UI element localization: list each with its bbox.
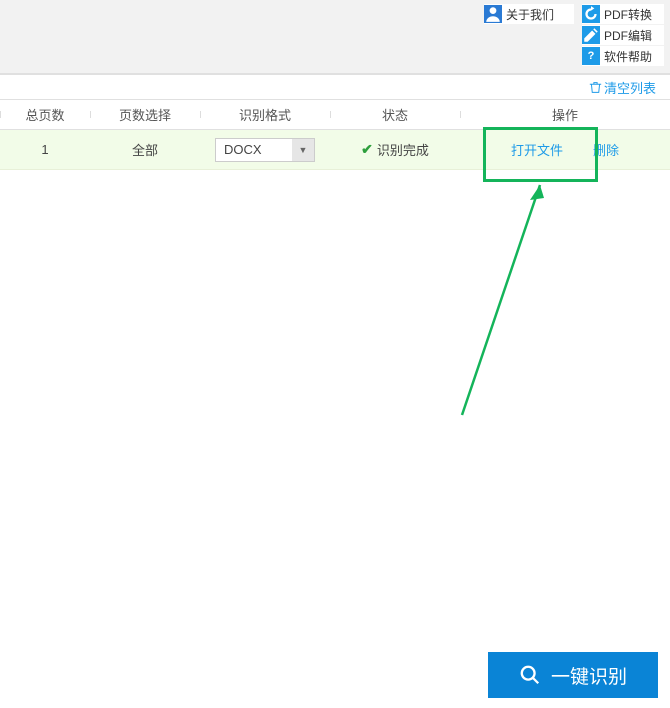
chevron-down-icon: ▼ (292, 139, 314, 161)
format-select[interactable]: DOCX ▼ (215, 138, 315, 162)
table-header: 总页数 页数选择 识别格式 状态 操作 (0, 100, 670, 130)
software-help-button[interactable]: ? 软件帮助 (582, 46, 664, 66)
header-status: 状态 (330, 105, 460, 124)
cell-page-select[interactable]: 全部 (90, 140, 200, 159)
top-left-col: 关于我们 (484, 4, 574, 24)
top-right-col: PDF转换 PDF编辑 ? 软件帮助 (582, 4, 664, 66)
top-buttons: 关于我们 PDF转换 PDF编辑 ? 软件帮助 (484, 4, 664, 66)
header-format: 识别格式 (200, 105, 330, 124)
cell-total-pages: 1 (0, 142, 90, 157)
header-page-select: 页数选择 (90, 105, 200, 124)
search-icon (519, 664, 541, 686)
table-row: 1 全部 DOCX ▼ ✔ 识别完成 打开文件 删除 (0, 130, 670, 170)
trash-icon (589, 81, 602, 94)
open-file-link[interactable]: 打开文件 (511, 140, 563, 159)
pdf-edit-button[interactable]: PDF编辑 (582, 25, 664, 45)
cell-status: ✔ 识别完成 (330, 140, 460, 159)
clear-bar: 清空列表 (0, 74, 670, 100)
recognize-label: 一键识别 (551, 662, 627, 689)
one-click-recognize-button[interactable]: 一键识别 (488, 652, 658, 698)
help-icon: ? (582, 47, 600, 65)
header-operation: 操作 (460, 105, 670, 124)
check-icon: ✔ (361, 141, 373, 158)
pdf-convert-button[interactable]: PDF转换 (582, 4, 664, 24)
delete-link[interactable]: 删除 (593, 140, 619, 159)
pdf-edit-label: PDF编辑 (604, 27, 652, 44)
clear-list-link[interactable]: 清空列表 (589, 78, 656, 97)
about-us-button[interactable]: 关于我们 (484, 4, 574, 24)
cell-operation: 打开文件 删除 (460, 140, 670, 159)
clear-list-label: 清空列表 (604, 78, 656, 97)
cell-format: DOCX ▼ (200, 138, 330, 162)
header-total-pages: 总页数 (0, 105, 90, 124)
top-toolbar-area: 关于我们 PDF转换 PDF编辑 ? 软件帮助 (0, 0, 670, 74)
format-select-value: DOCX (224, 142, 262, 157)
person-icon (484, 5, 502, 23)
software-help-label: 软件帮助 (604, 48, 652, 65)
edit-icon (582, 26, 600, 44)
refresh-icon (582, 5, 600, 23)
status-text: 识别完成 (377, 140, 429, 159)
pdf-convert-label: PDF转换 (604, 6, 652, 23)
about-us-label: 关于我们 (506, 6, 554, 23)
